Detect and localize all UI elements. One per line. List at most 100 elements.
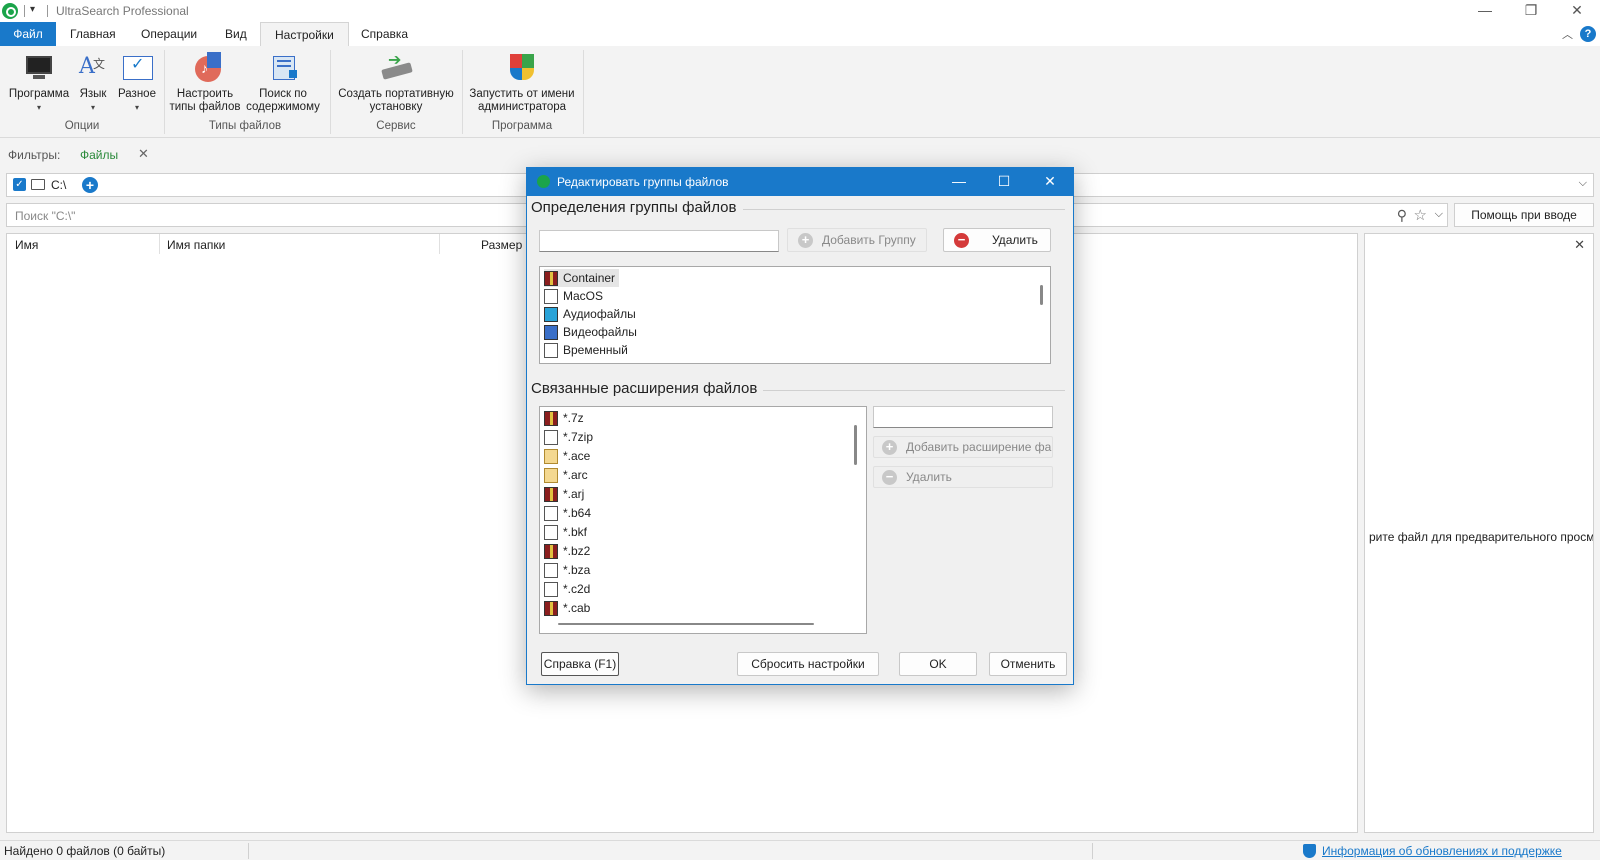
section-title-group-definitions: Определения группы файлов xyxy=(531,199,737,216)
divider xyxy=(47,5,48,17)
restore-button[interactable]: ❐ xyxy=(1508,2,1554,22)
reset-settings-button[interactable]: Сбросить настройки xyxy=(737,652,879,676)
extension-input[interactable] xyxy=(873,406,1053,428)
program-button[interactable]: Программа ▾ xyxy=(4,48,74,114)
close-button[interactable]: ✕ xyxy=(1554,2,1600,22)
add-group-button[interactable]: + Добавить Группу xyxy=(787,228,927,252)
delete-extension-label: Удалить xyxy=(906,470,952,484)
document-icon xyxy=(544,582,558,598)
list-item[interactable]: *.ace xyxy=(544,447,590,465)
column-header-size[interactable]: Размер xyxy=(481,238,522,252)
ribbon: Программа ▾ A 文 Язык ▾ ✓ Разное ▾ Опции … xyxy=(0,46,1600,138)
scrollbar[interactable] xyxy=(558,623,814,625)
tab-settings[interactable]: Настройки xyxy=(260,22,349,46)
favorite-star-icon[interactable]: ☆ xyxy=(1414,206,1427,224)
usb-drive-icon: ➔ xyxy=(380,52,413,84)
minimize-button[interactable]: — xyxy=(1462,2,1508,22)
update-info-link[interactable]: Информация об обновлениях и поддержке xyxy=(1322,844,1562,858)
group-list[interactable]: Container MacOS Аудиофайлы Видеофайлы Вр… xyxy=(539,266,1051,364)
list-item[interactable]: MacOS xyxy=(544,287,603,305)
dialog-maximize-button[interactable]: ☐ xyxy=(989,173,1019,190)
configure-file-types-button[interactable]: ♪ Настроить типы файлов xyxy=(168,48,242,114)
column-header-name[interactable]: Имя xyxy=(15,238,38,252)
divider[interactable] xyxy=(439,234,440,254)
add-group-label: Добавить Группу xyxy=(822,233,916,247)
ribbon-tabs: Файл Главная Операции Вид Настройки Спра… xyxy=(0,22,1600,46)
archive-icon xyxy=(544,411,558,427)
quick-access-dropdown-icon[interactable]: ▾ xyxy=(30,4,35,15)
remove-circle-icon: − xyxy=(882,470,897,485)
document-icon xyxy=(544,430,558,446)
cancel-button[interactable]: Отменить xyxy=(989,652,1067,676)
list-item[interactable]: *.arj xyxy=(544,485,584,503)
list-item[interactable]: *.b64 xyxy=(544,504,591,522)
extension-list[interactable]: *.7z *.7zip *.ace *.arc *.arj *.b64 *.bk… xyxy=(539,406,867,634)
search-dropdown-icon[interactable]: ⌵ xyxy=(1435,208,1443,221)
document-icon xyxy=(544,525,558,541)
dialog-title-bar[interactable]: Редактировать группы файлов — ☐ ✕ xyxy=(527,168,1073,196)
group-label-file-types: Типы файлов xyxy=(208,120,282,132)
drive-checkbox[interactable]: ✓ xyxy=(13,178,26,191)
list-item[interactable]: *.cab xyxy=(544,599,590,617)
content-search-button[interactable]: Поиск по содержимому xyxy=(244,48,322,114)
video-icon xyxy=(544,325,558,341)
delete-group-button[interactable]: − Удалить xyxy=(943,228,1051,252)
list-item[interactable]: Container xyxy=(544,269,620,287)
group-label-program: Программа xyxy=(491,120,553,132)
list-item[interactable]: Аудиофайлы xyxy=(544,305,636,323)
add-circle-icon: + xyxy=(882,440,897,455)
tab-home[interactable]: Главная xyxy=(56,22,130,46)
filter-files-tag[interactable]: Файлы xyxy=(80,148,118,162)
add-extension-button[interactable]: + Добавить расширение фай xyxy=(873,436,1053,458)
add-circle-icon: + xyxy=(798,233,813,248)
path-dropdown-icon[interactable]: ⌵ xyxy=(1579,177,1587,190)
list-item[interactable]: Временный xyxy=(544,341,628,359)
help-f1-button[interactable]: Справка (F1) xyxy=(541,652,619,676)
run-as-admin-button[interactable]: Запустить от имени администратора xyxy=(466,48,578,114)
scrollbar[interactable] xyxy=(1040,285,1043,305)
list-item[interactable]: *.bkf xyxy=(544,523,587,541)
help-icon[interactable]: ? xyxy=(1580,26,1596,42)
list-item[interactable]: *.7zip xyxy=(544,428,593,446)
group-label-service: Сервис xyxy=(376,120,416,132)
divider xyxy=(763,390,1065,391)
list-item[interactable]: *.arc xyxy=(544,466,588,484)
group-name-input[interactable] xyxy=(539,230,779,252)
document-icon xyxy=(544,343,558,359)
search-placeholder: Поиск "C:\" xyxy=(15,209,76,223)
column-header-folder[interactable]: Имя папки xyxy=(167,238,225,252)
divider xyxy=(743,209,1065,210)
shield-icon xyxy=(506,52,538,84)
drive-icon xyxy=(31,179,45,190)
app-logo-icon xyxy=(2,3,18,19)
archive-icon xyxy=(544,601,558,617)
dialog-minimize-button[interactable]: — xyxy=(944,173,974,189)
language-icon: A 文 xyxy=(79,54,106,79)
tab-view[interactable]: Вид xyxy=(211,22,261,46)
language-button[interactable]: A 文 Язык ▾ xyxy=(74,48,112,114)
delete-extension-button[interactable]: − Удалить xyxy=(873,466,1053,488)
list-item[interactable]: *.7z xyxy=(544,409,584,427)
tab-file[interactable]: Файл xyxy=(0,22,56,46)
create-portable-button[interactable]: ➔ Создать портативную установку xyxy=(334,48,458,114)
list-item[interactable]: Видеофайлы xyxy=(544,323,637,341)
ok-button[interactable]: OK xyxy=(899,652,977,676)
remove-filter-icon[interactable]: ✕ xyxy=(138,146,149,162)
close-preview-icon[interactable]: ✕ xyxy=(1574,237,1585,253)
collapse-ribbon-icon[interactable]: ︿ xyxy=(1562,26,1573,42)
input-help-button[interactable]: Помощь при вводе xyxy=(1454,203,1594,227)
app-title: UltraSearch Professional xyxy=(56,4,189,18)
search-icon[interactable]: ⚲ xyxy=(1397,207,1407,224)
tab-operations[interactable]: Операции xyxy=(127,22,211,46)
list-item[interactable]: *.c2d xyxy=(544,580,590,598)
divider[interactable] xyxy=(159,234,160,254)
status-bar: Найдено 0 файлов (0 байты) Информация об… xyxy=(0,840,1600,860)
misc-button[interactable]: ✓ Разное ▾ xyxy=(114,48,160,114)
dialog-close-button[interactable]: ✕ xyxy=(1035,173,1065,190)
title-bar: ▾ UltraSearch Professional — ❐ ✕ xyxy=(0,0,1600,22)
list-item[interactable]: *.bz2 xyxy=(544,542,590,560)
scrollbar[interactable] xyxy=(854,425,857,465)
tab-help[interactable]: Справка xyxy=(347,22,422,46)
list-item[interactable]: *.bza xyxy=(544,561,590,579)
add-path-button[interactable]: + xyxy=(82,177,98,193)
